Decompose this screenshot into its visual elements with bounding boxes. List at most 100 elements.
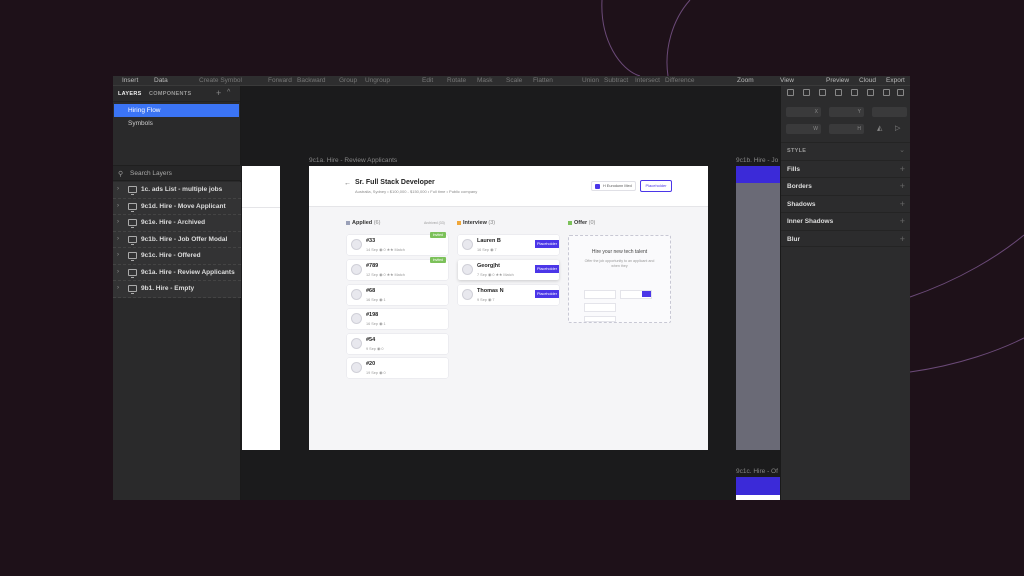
rotation-field[interactable] [872, 107, 907, 117]
back-arrow-icon[interactable]: ← [344, 180, 351, 187]
toolbar-preview[interactable]: Preview [826, 77, 849, 84]
toolbar-rotate[interactable]: Rotate [447, 77, 466, 84]
column-title: Offer [574, 220, 588, 226]
page-item-hiring-flow[interactable]: Hiring Flow [114, 104, 239, 117]
user-chip[interactable]: H Eurodunn Med [591, 181, 636, 191]
toolbar-difference[interactable]: Difference [665, 77, 695, 84]
toolbar-create-symbol[interactable]: Create Symbol [199, 77, 242, 84]
shadows-section[interactable]: Shadows + [781, 195, 910, 212]
chevron-right-icon[interactable]: › [117, 285, 119, 291]
artboard-title[interactable]: 9c1a. Hire - Review Applicants [309, 157, 397, 164]
add-inner-shadow-icon[interactable]: + [900, 216, 905, 226]
blur-section[interactable]: Blur + [781, 230, 910, 247]
toolbar-ungroup[interactable]: Ungroup [365, 77, 390, 84]
distribute-icon[interactable] [883, 89, 890, 96]
job-header: ← Sr. Full Stack Developer Australia, Sy… [309, 166, 708, 207]
align-left-icon[interactable] [787, 89, 794, 96]
applicant-card[interactable]: Lauren B 16 Sep ◉ 7 Placeholder [458, 235, 559, 255]
chevron-right-icon[interactable]: › [117, 186, 119, 192]
x-field[interactable]: X [786, 107, 821, 117]
artboard-title[interactable]: 9c1b. Hire - Jo [736, 157, 778, 164]
applicant-card[interactable]: #20 19 Sep ◉ 0 [347, 358, 448, 378]
fills-section[interactable]: Fills + [781, 160, 910, 177]
toolbar-scale[interactable]: Scale [506, 77, 522, 84]
applicant-card[interactable]: #789 12 Sep ◉ 0 ★★ Match Invited [347, 257, 448, 280]
toolbar-subtract[interactable]: Subtract [604, 77, 628, 84]
align-center-icon[interactable] [803, 89, 810, 96]
applicant-card[interactable]: #68 16 Sep ◉ 1 [347, 285, 448, 305]
chevron-right-icon[interactable]: › [117, 203, 119, 209]
search-layers[interactable]: ⚲ Search Layers [113, 165, 241, 181]
applicant-meta: 16 Sep ◉ 7 [477, 248, 497, 252]
add-page-icon[interactable]: + [216, 88, 222, 98]
applicant-card[interactable]: Georg|ht 7 Sep ◉ 0 ★★ Match Placeholder [458, 260, 559, 280]
toolbar-zoom[interactable]: Zoom [737, 77, 754, 84]
offer-dropzone[interactable]: Hire your new tech talent Offer the job … [568, 235, 671, 323]
layer-row[interactable]: › 9c1e. Hire - Archived [113, 215, 241, 232]
align-middle-icon[interactable] [851, 89, 858, 96]
toolbar-cloud[interactable]: Cloud [859, 77, 876, 84]
add-border-icon[interactable]: + [900, 181, 905, 191]
artboard-offered-partial[interactable] [736, 477, 780, 500]
y-field[interactable]: Y [829, 107, 864, 117]
toolbar-group[interactable]: Group [339, 77, 357, 84]
applicant-card[interactable]: #54 9 Sep ◉ 0 [347, 334, 448, 354]
chevron-right-icon[interactable]: › [117, 219, 119, 225]
borders-section[interactable]: Borders + [781, 177, 910, 194]
add-fill-icon[interactable]: + [900, 164, 905, 174]
toolbar-data[interactable]: Data [154, 77, 168, 84]
toolbar-view[interactable]: View [780, 77, 794, 84]
artboard-icon [128, 268, 137, 278]
flip-vertical-icon[interactable]: ◭ [877, 124, 882, 132]
distribute-vertical-icon[interactable] [897, 89, 904, 96]
artboard-review-applicants[interactable]: ← Sr. Full Stack Developer Australia, Sy… [309, 166, 708, 450]
applicant-card[interactable]: Thomas N 9 Sep ◉ 7 Placeholder [458, 285, 559, 305]
add-shadow-icon[interactable]: + [900, 199, 905, 209]
align-right-icon[interactable] [819, 89, 826, 96]
applicant-card[interactable]: #33 14 Sep ◉ 0 ★★ Match Invited [347, 232, 448, 255]
layer-row[interactable]: › 9c1a. Hire - Review Applicants [113, 264, 241, 281]
applicant-card[interactable]: #198 16 Sep ◉ 1 [347, 309, 448, 329]
applicant-meta: 16 Sep ◉ 1 [366, 322, 386, 326]
add-blur-icon[interactable]: + [900, 234, 905, 244]
avatar [351, 338, 362, 349]
layer-row[interactable]: › 9b1. Hire - Empty [113, 281, 241, 298]
toolbar-export[interactable]: Export [886, 77, 905, 84]
toolbar-forward[interactable]: Forward [268, 77, 292, 84]
layer-row[interactable]: › 9c1d. Hire - Move Applicant [113, 198, 241, 215]
inner-shadows-section[interactable]: Inner Shadows + [781, 212, 910, 229]
toolbar-insert[interactable]: Insert [122, 77, 138, 84]
layer-row[interactable]: › 1c. ads List - multiple jobs [113, 182, 241, 199]
toolbar-mask[interactable]: Mask [477, 77, 493, 84]
tab-components[interactable]: COMPONENTS [149, 91, 191, 97]
toolbar-flatten[interactable]: Flatten [533, 77, 553, 84]
toolbar-edit[interactable]: Edit [422, 77, 433, 84]
layer-row[interactable]: › 9c1b. Hire - Job Offer Modal [113, 231, 241, 248]
tab-layers[interactable]: LAYERS [118, 91, 142, 97]
page-item-symbols[interactable]: Symbols [114, 117, 239, 130]
height-field[interactable]: H [829, 124, 864, 134]
chevron-down-icon[interactable]: ⌄ [899, 146, 905, 154]
mini-card-ghost [584, 303, 616, 312]
placeholder-button[interactable]: Placeholder [640, 180, 672, 192]
artboard-job-offer-partial[interactable] [736, 166, 780, 450]
search-input[interactable]: Search Layers [130, 170, 172, 177]
toolbar-backward[interactable]: Backward [297, 77, 326, 84]
chevron-right-icon[interactable]: › [117, 252, 119, 258]
borders-label: Borders [787, 183, 812, 190]
collapse-icon[interactable]: ^ [227, 89, 231, 96]
layer-row[interactable]: › 9c1c. Hire - Offered [113, 248, 241, 265]
style-section[interactable]: STYLE ⌄ [781, 142, 910, 160]
align-top-icon[interactable] [835, 89, 842, 96]
width-field[interactable]: W [786, 124, 821, 134]
artboard-title[interactable]: 9c1c. Hire - Of [736, 468, 778, 475]
toolbar-intersect[interactable]: Intersect [635, 77, 660, 84]
chevron-right-icon[interactable]: › [117, 236, 119, 242]
flip-horizontal-icon[interactable]: ▷ [895, 124, 900, 132]
artboard-icon [128, 285, 137, 294]
chevron-right-icon[interactable]: › [117, 269, 119, 275]
archived-link[interactable]: Archived (33) [424, 221, 445, 225]
align-bottom-icon[interactable] [867, 89, 874, 96]
toolbar-union[interactable]: Union [582, 77, 599, 84]
artboard-left-partial[interactable] [242, 166, 280, 450]
